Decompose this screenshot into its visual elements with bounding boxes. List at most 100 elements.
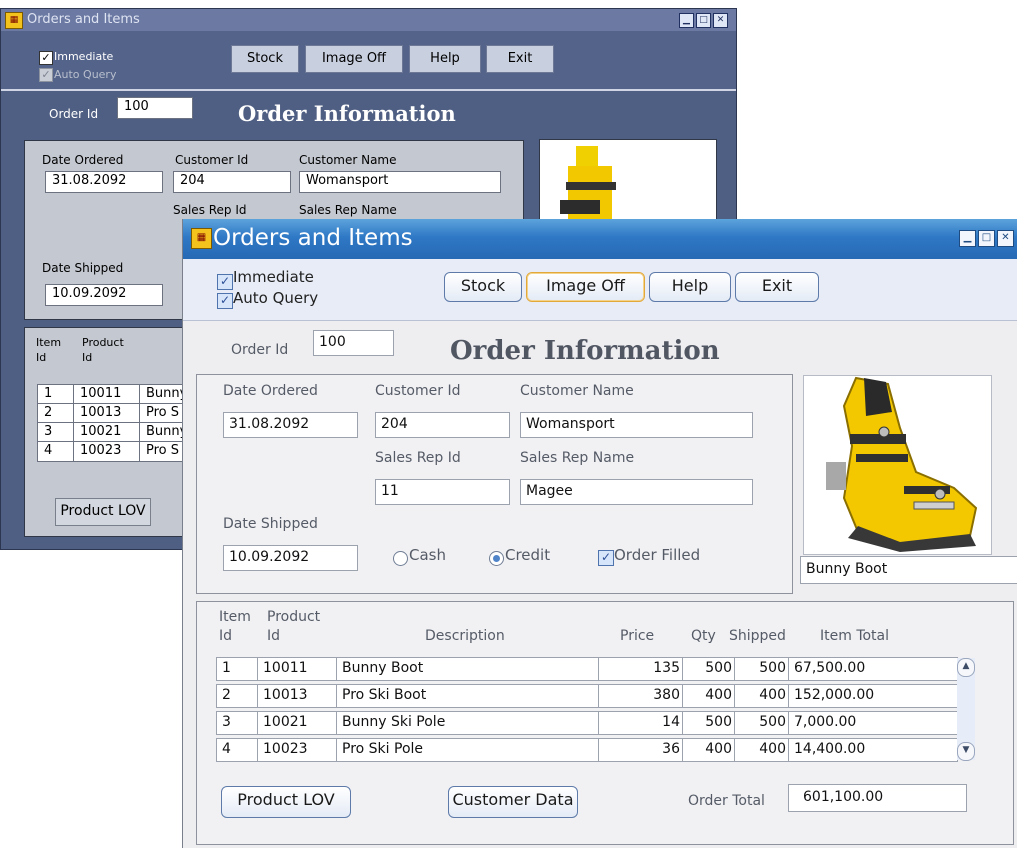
credit-radio[interactable] — [489, 551, 504, 566]
customer-id-field[interactable]: 204 — [173, 171, 291, 193]
back-window-title: Orders and Items — [27, 12, 140, 27]
sales-rep-id-label: Sales Rep Id — [375, 450, 461, 466]
stock-button[interactable]: Stock — [231, 45, 299, 73]
shipped-cell[interactable]: 400 — [734, 684, 792, 708]
item-id-cell[interactable]: 1 — [216, 657, 261, 681]
boot-icon — [826, 376, 978, 552]
front-window: ▦ Orders and Items ▁ □ ✕ ✓ Immediate ✓ A… — [182, 219, 1017, 848]
description-cell[interactable]: Pro Ski Boot — [336, 684, 602, 708]
description-cell[interactable]: Bunny Ski Pole — [336, 711, 602, 735]
item-id-cell[interactable]: 2 — [216, 684, 261, 708]
customer-name-field[interactable]: Womansport — [520, 412, 753, 438]
date-shipped-label: Date Shipped — [223, 516, 318, 532]
product-id-cell[interactable]: 10021 — [257, 711, 340, 735]
customer-data-button[interactable]: Customer Data — [448, 786, 578, 818]
help-button[interactable]: Help — [409, 45, 481, 73]
date-ordered-field[interactable]: 31.08.2092 — [45, 171, 163, 193]
credit-label: Credit — [505, 546, 551, 564]
price-cell[interactable]: 14 — [598, 711, 686, 735]
order-id-label: Order Id — [231, 342, 289, 358]
order-information-heading: Order Information — [238, 101, 456, 126]
back-toolbar: ✓ Immediate ✓ Auto Query Stock Image Off… — [1, 31, 736, 91]
item-id-header-line1: Item — [219, 609, 251, 625]
cash-radio[interactable] — [393, 551, 408, 566]
date-ordered-label: Date Ordered — [42, 153, 124, 167]
item-id-cell[interactable]: 2 — [37, 403, 77, 424]
shipped-cell[interactable]: 500 — [734, 711, 792, 735]
close-icon[interactable]: ✕ — [997, 230, 1014, 247]
stock-button[interactable]: Stock — [444, 272, 522, 302]
item-id-cell[interactable]: 4 — [37, 441, 77, 462]
product-lov-button[interactable]: Product LOV — [221, 786, 351, 818]
qty-cell[interactable]: 400 — [682, 738, 738, 762]
exit-button[interactable]: Exit — [735, 272, 819, 302]
description-cell[interactable]: Pro Ski Pole — [336, 738, 602, 762]
qty-cell[interactable]: 400 — [682, 684, 738, 708]
exit-button[interactable]: Exit — [486, 45, 554, 73]
close-icon[interactable]: ✕ — [713, 13, 728, 28]
order-filled-checkbox[interactable]: ✓ — [598, 550, 614, 566]
order-total-field[interactable]: 601,100.00 — [788, 784, 967, 812]
qty-cell[interactable]: 500 — [682, 711, 738, 735]
order-total-label: Order Total — [688, 793, 765, 809]
shipped-cell[interactable]: 500 — [734, 657, 792, 681]
product-lov-button[interactable]: Product LOV — [55, 498, 151, 526]
order-id-label: Order Id — [49, 107, 99, 121]
price-cell[interactable]: 380 — [598, 684, 686, 708]
back-window-titlebar[interactable]: ▦ Orders and Items ▁ □ ✕ — [1, 9, 736, 31]
items-scrollbar[interactable]: ▲ ▼ — [957, 658, 975, 761]
item-id-cell[interactable]: 1 — [37, 384, 77, 405]
product-id-cell[interactable]: 10011 — [73, 384, 145, 405]
product-id-header: Product Id — [82, 336, 124, 364]
date-shipped-field[interactable]: 10.09.2092 — [223, 545, 358, 571]
item-id-cell[interactable]: 3 — [37, 422, 77, 443]
price-cell[interactable]: 135 — [598, 657, 686, 681]
minimize-icon[interactable]: ▁ — [959, 230, 976, 247]
sales-rep-id-field[interactable]: 11 — [375, 479, 510, 505]
item-total-cell[interactable]: 14,400.00 — [788, 738, 958, 762]
scroll-down-icon[interactable]: ▼ — [957, 742, 975, 761]
product-id-cell[interactable]: 10013 — [257, 684, 340, 708]
product-id-cell[interactable]: 10013 — [73, 403, 145, 424]
price-cell[interactable]: 36 — [598, 738, 686, 762]
product-id-cell[interactable]: 10021 — [73, 422, 145, 443]
item-id-header: Item Id — [36, 336, 62, 364]
order-id-field[interactable]: 100 — [313, 330, 394, 356]
customer-id-field[interactable]: 204 — [375, 412, 510, 438]
item-total-cell[interactable]: 67,500.00 — [788, 657, 958, 681]
product-id-cell[interactable]: 10011 — [257, 657, 340, 681]
sales-rep-name-field[interactable]: Magee — [520, 479, 753, 505]
maximize-icon[interactable]: □ — [978, 230, 995, 247]
item-total-cell[interactable]: 152,000.00 — [788, 684, 958, 708]
date-ordered-label: Date Ordered — [223, 383, 318, 399]
scroll-up-icon[interactable]: ▲ — [957, 658, 975, 677]
date-shipped-field[interactable]: 10.09.2092 — [45, 284, 163, 306]
item-total-cell[interactable]: 7,000.00 — [788, 711, 958, 735]
item-id-cell[interactable]: 3 — [216, 711, 261, 735]
product-caption-field[interactable]: Bunny Boot — [800, 556, 1017, 584]
maximize-icon[interactable]: □ — [696, 13, 711, 28]
immediate-label: Immediate — [54, 50, 114, 63]
shipped-cell[interactable]: 400 — [734, 738, 792, 762]
description-cell[interactable]: Bunny Boot — [336, 657, 602, 681]
boot-top-shape — [576, 146, 598, 168]
image-off-button[interactable]: Image Off — [305, 45, 403, 73]
boot-buckle-shape — [566, 182, 616, 190]
immediate-checkbox[interactable]: ✓ — [39, 51, 53, 65]
minimize-icon[interactable]: ▁ — [679, 13, 694, 28]
immediate-checkbox[interactable]: ✓ — [217, 274, 233, 290]
front-window-titlebar[interactable]: ▦ Orders and Items ▁ □ ✕ — [183, 219, 1017, 259]
auto-query-checkbox[interactable]: ✓ — [217, 293, 233, 309]
customer-name-field[interactable]: Womansport — [299, 171, 501, 193]
help-button[interactable]: Help — [649, 272, 731, 302]
order-filled-label: Order Filled — [614, 546, 701, 564]
sales-rep-id-label: Sales Rep Id — [173, 203, 247, 217]
qty-cell[interactable]: 500 — [682, 657, 738, 681]
description-header: Description — [425, 628, 505, 644]
order-id-field[interactable]: 100 — [117, 97, 193, 119]
item-id-cell[interactable]: 4 — [216, 738, 261, 762]
image-off-button[interactable]: Image Off — [526, 272, 645, 302]
product-id-cell[interactable]: 10023 — [73, 441, 145, 462]
product-id-cell[interactable]: 10023 — [257, 738, 340, 762]
date-ordered-field[interactable]: 31.08.2092 — [223, 412, 358, 438]
